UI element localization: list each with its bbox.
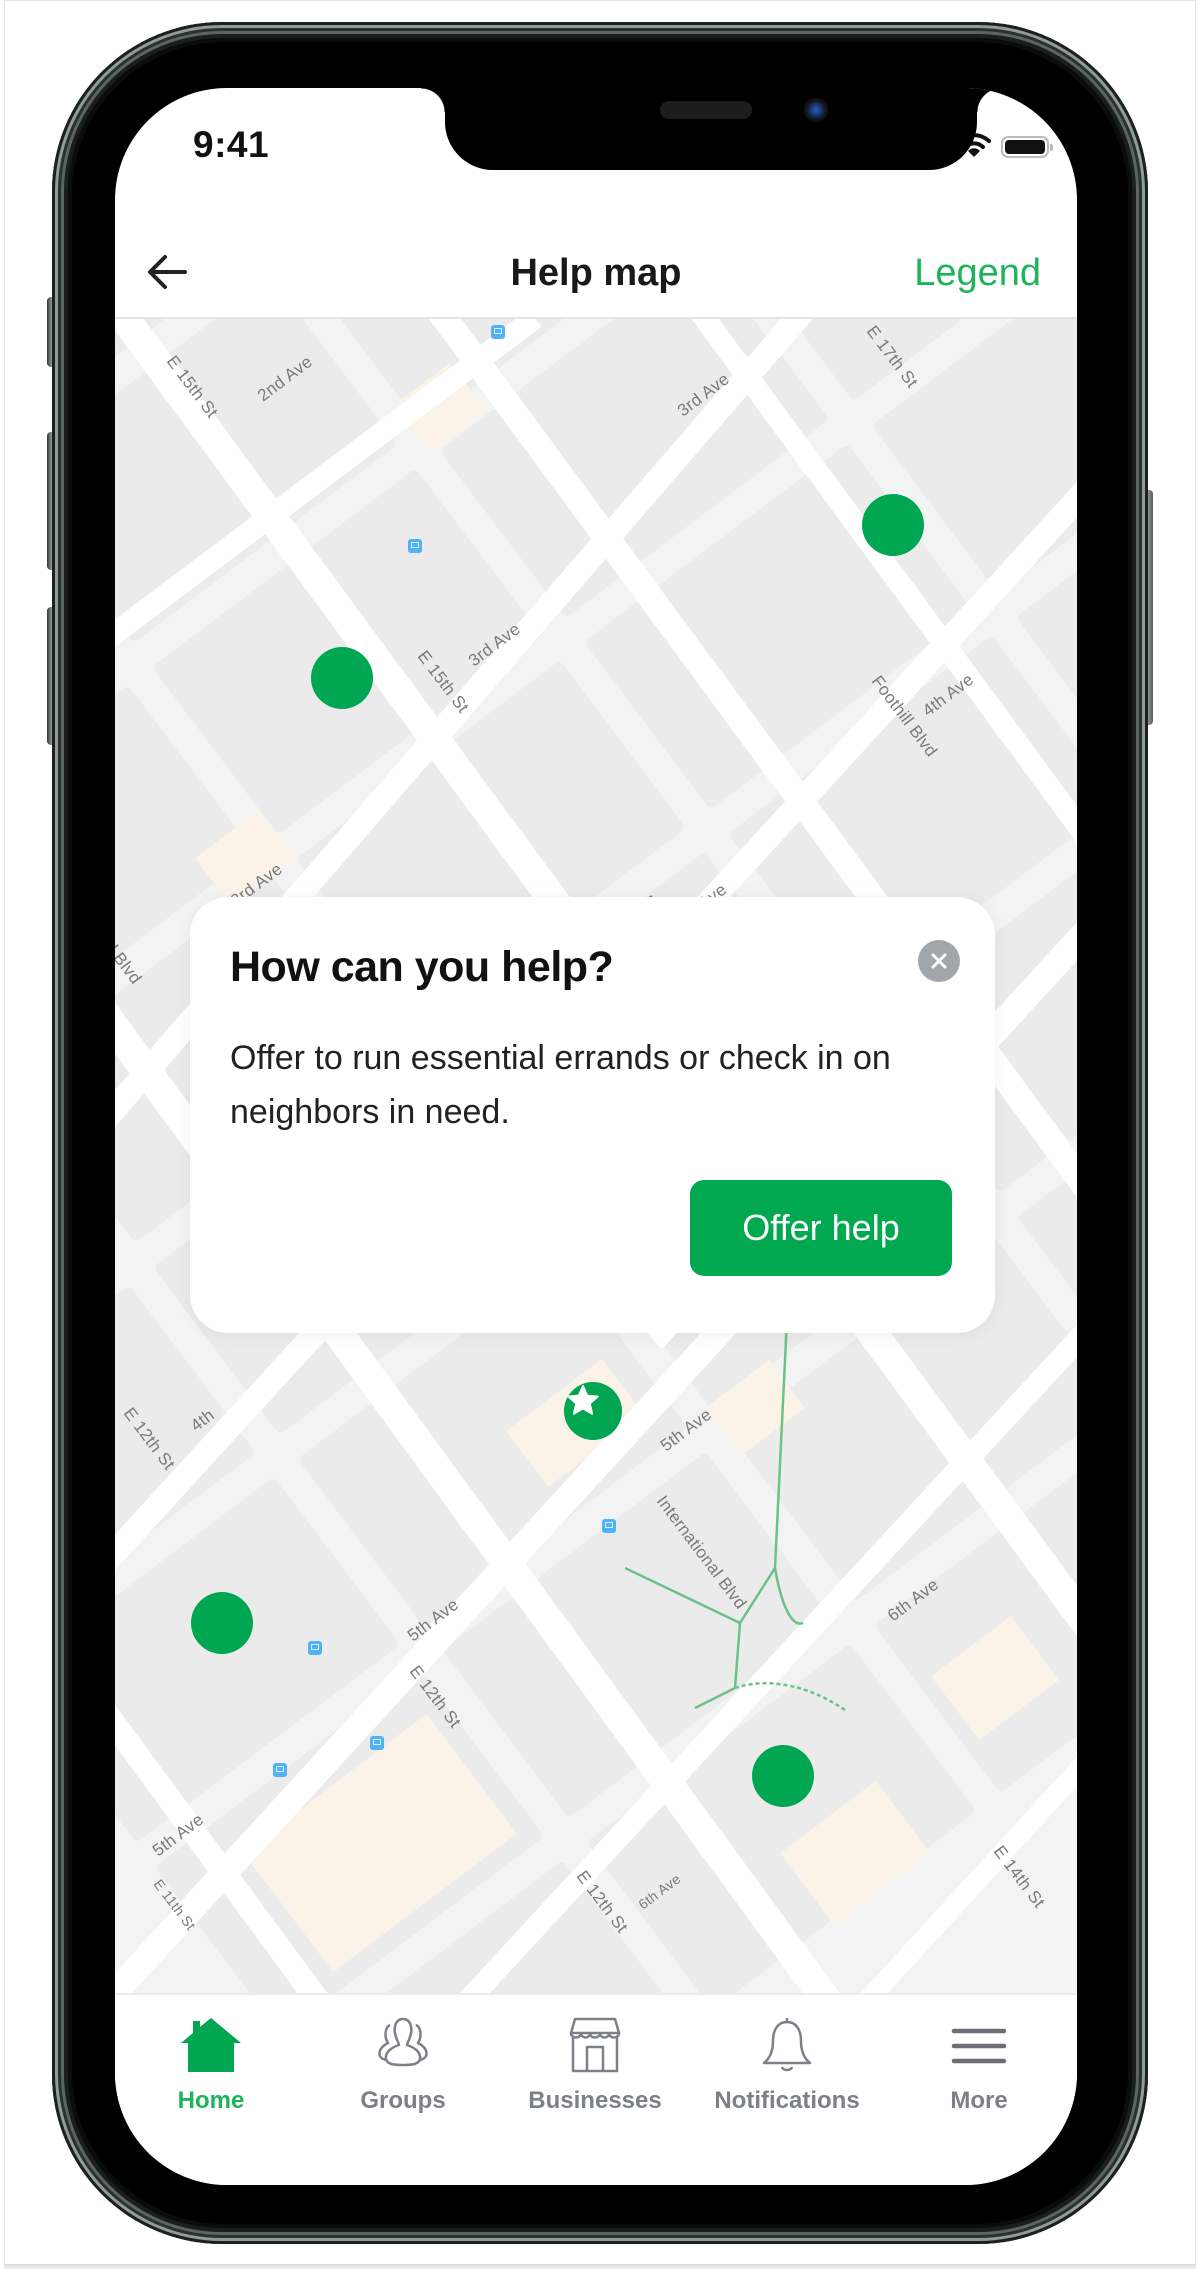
tab-notifications[interactable]: Notifications: [691, 1995, 883, 2135]
help-request-marker[interactable]: [752, 1745, 814, 1807]
selected-location-marker[interactable]: [564, 1382, 622, 1440]
transit-stop-icon[interactable]: [308, 1641, 322, 1655]
speaker-grille: [660, 101, 752, 119]
tab-more[interactable]: More: [883, 1995, 1075, 2135]
popover-pointer: [638, 1323, 686, 1349]
tab-label: More: [950, 2087, 1008, 2114]
storefront-icon: [569, 2017, 621, 2073]
tab-label: Groups: [360, 2087, 446, 2114]
transit-stop-icon[interactable]: [408, 539, 422, 553]
front-camera: [804, 98, 828, 122]
tab-label: Home: [177, 2087, 245, 2114]
close-icon: [931, 953, 947, 969]
notch: [421, 88, 1001, 170]
popover-body: Offer to run essential errands or check …: [230, 1039, 891, 1131]
tab-home[interactable]: Home: [115, 1995, 307, 2135]
star-icon: [567, 1385, 599, 1415]
tab-businesses[interactable]: Businesses: [499, 1995, 691, 2135]
tab-groups[interactable]: Groups: [307, 1995, 499, 2135]
status-time: 9:41: [193, 124, 270, 165]
nav-header: Help map Legend: [115, 228, 1077, 319]
transit-stop-icon[interactable]: [273, 1763, 287, 1777]
help-request-marker[interactable]: [862, 494, 924, 556]
close-button[interactable]: [918, 940, 960, 982]
help-request-marker[interactable]: [191, 1592, 253, 1654]
transit-stop-icon[interactable]: [370, 1736, 384, 1750]
battery-icon: [1001, 136, 1053, 158]
legend-button[interactable]: Legend: [914, 252, 1041, 295]
bell-icon: [762, 2018, 812, 2072]
tab-label: Notifications: [714, 2087, 860, 2114]
help-popover: How can you help? Offer to run essential…: [190, 897, 995, 1349]
transit-stop-icon[interactable]: [602, 1519, 616, 1533]
transit-stop-icon[interactable]: [491, 325, 505, 339]
help-request-marker[interactable]: [311, 647, 373, 709]
popover-title: How can you help?: [230, 943, 614, 991]
offer-help-button[interactable]: Offer help: [690, 1180, 952, 1276]
menu-icon: [951, 2028, 1007, 2064]
tab-label: Businesses: [528, 2087, 662, 2114]
tab-bar: Home Groups Businesses Notifications Mor…: [115, 1993, 1077, 2185]
page-shadow: [4, 2264, 1196, 2269]
phone-screen: 9:41 Help map Legend E 15th St 2nd Ave 3…: [115, 88, 1077, 2185]
home-icon: [181, 2018, 241, 2072]
groups-icon: [378, 2017, 428, 2067]
